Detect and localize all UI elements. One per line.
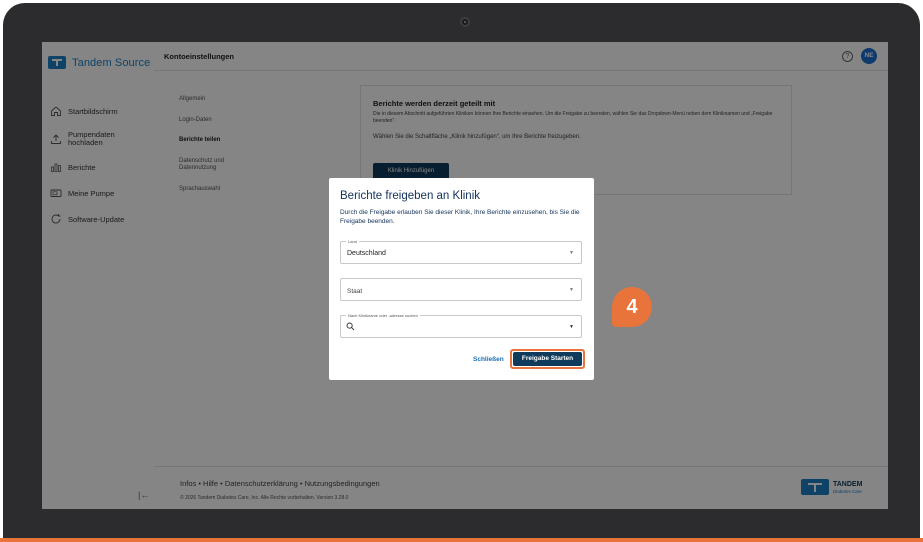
- app-screen: Tandem Source Startbildschirm Pumpendate…: [42, 42, 888, 509]
- webcam: [460, 17, 470, 27]
- share-clinic-dialog: Berichte freigeben an Klinik Durch die F…: [329, 178, 594, 380]
- search-icon: [346, 322, 355, 331]
- accent-bar: [0, 538, 923, 542]
- chevron-down-icon: ▼: [569, 324, 574, 330]
- dialog-title: Berichte freigeben an Klinik: [340, 190, 480, 202]
- country-value: Deutschland: [347, 250, 386, 257]
- start-sharing-button[interactable]: Freigabe Starten: [513, 352, 582, 366]
- chevron-down-icon: ▼: [569, 250, 574, 256]
- start-sharing-highlight: Freigabe Starten: [510, 349, 585, 369]
- clinic-search-label: Nach Klinikname oder -adresse suchen: [346, 313, 420, 318]
- chevron-down-icon: ▼: [569, 287, 574, 293]
- country-select[interactable]: Land Deutschland ▼: [340, 239, 582, 264]
- step-number-badge: 4: [612, 287, 652, 327]
- state-placeholder: Staat: [347, 288, 363, 295]
- dialog-description: Durch die Freigabe erlauben Sie dieser K…: [340, 209, 580, 225]
- state-select[interactable]: Staat ▼: [340, 278, 582, 301]
- close-button[interactable]: Schließen: [473, 356, 504, 363]
- clinic-search-input[interactable]: Nach Klinikname oder -adresse suchen ▼: [340, 313, 582, 338]
- country-label: Land: [346, 239, 359, 244]
- laptop-frame: Tandem Source Startbildschirm Pumpendate…: [3, 3, 920, 539]
